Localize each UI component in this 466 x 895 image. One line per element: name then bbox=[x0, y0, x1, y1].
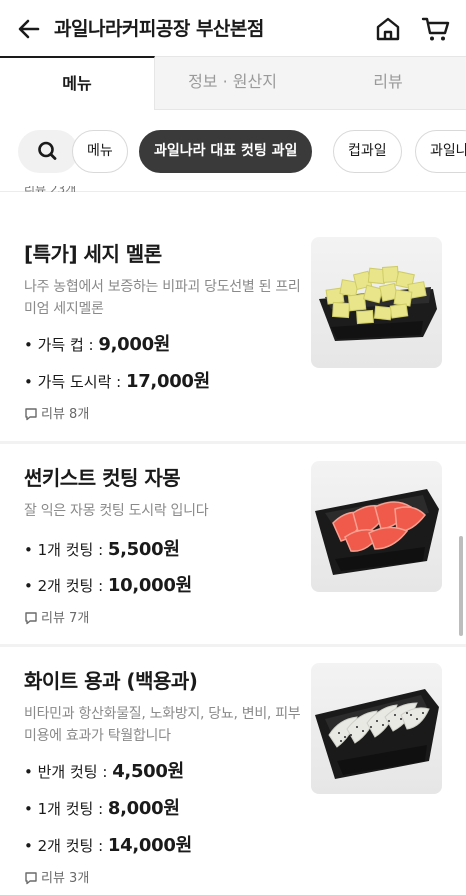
chip-fruit-more[interactable]: 과일나 bbox=[415, 130, 466, 173]
option-price: 5,500원 bbox=[107, 539, 180, 560]
chip-cup-fruit[interactable]: 컵과일 bbox=[333, 130, 402, 173]
item-option: • 가득 도시락 : 17,000원 bbox=[24, 371, 210, 392]
item-description: 잘 익은 자몽 컷팅 도시락 입니다 bbox=[24, 503, 209, 519]
home-button[interactable] bbox=[372, 13, 404, 45]
option-price: 4,500원 bbox=[112, 761, 184, 782]
grapefruit-photo bbox=[311, 461, 442, 592]
cart-button[interactable] bbox=[420, 13, 452, 45]
item-review-count: 리뷰 8개 bbox=[24, 403, 89, 422]
tab-review[interactable]: 리뷰 bbox=[310, 56, 466, 110]
menu-item[interactable]: 썬키스트 컷팅 자몽 잘 익은 자몽 컷팅 도시락 입니다 • 1개 컷팅 : … bbox=[0, 444, 466, 644]
tab-menu[interactable]: 메뉴 bbox=[0, 56, 155, 111]
item-name: 화이트 용과 (백용과) bbox=[24, 669, 198, 693]
option-price: 10,000원 bbox=[107, 575, 192, 596]
arrow-left-icon bbox=[18, 19, 40, 39]
item-option: • 2개 컷팅 : 10,000원 bbox=[24, 575, 192, 596]
category-chips: 메뉴 과일나라 대표 컷팅 과일 컵과일 과일나 bbox=[0, 110, 466, 192]
home-icon bbox=[376, 17, 400, 41]
item-description: 비타민과 항산화물질, 노화방지, 당뇨, 변비, 피부미용에 효과가 탁월합니… bbox=[24, 706, 301, 744]
back-button[interactable] bbox=[14, 14, 44, 44]
item-option: • 2개 컷팅 : 14,000원 bbox=[24, 835, 192, 856]
item-option: • 반개 컷팅 : 4,500원 bbox=[24, 761, 184, 782]
option-price: 14,000원 bbox=[107, 835, 192, 856]
option-price: 9,000원 bbox=[98, 334, 171, 355]
chip-menu[interactable]: 메뉴 bbox=[72, 130, 128, 173]
item-name: [특가] 세지 멜론 bbox=[24, 242, 162, 266]
store-tabs: 메뉴 정보 · 원산지 리뷰 bbox=[0, 56, 466, 111]
item-review-count: 리뷰 7개 bbox=[24, 607, 89, 626]
scrollbar-thumb[interactable] bbox=[459, 536, 463, 636]
item-option: • 가득 컵 : 9,000원 bbox=[24, 334, 171, 355]
chip-signature-cut-fruit[interactable]: 과일나라 대표 컷팅 과일 bbox=[139, 130, 313, 173]
app-header: 과일나라커피공장 부산본점 bbox=[0, 0, 466, 56]
item-description: 나주 농협에서 보증하는 비파괴 당도선별 된 프리미엄 세지멜론 bbox=[24, 279, 301, 317]
melon-photo bbox=[311, 237, 442, 368]
option-price: 8,000원 bbox=[107, 798, 180, 819]
search-icon bbox=[38, 141, 57, 160]
item-option: • 1개 컷팅 : 5,500원 bbox=[24, 539, 180, 560]
menu-search-button[interactable] bbox=[18, 130, 78, 173]
item-name: 썬키스트 컷팅 자몽 bbox=[24, 466, 181, 490]
tab-info-origin[interactable]: 정보 · 원산지 bbox=[155, 56, 310, 110]
comment-icon bbox=[25, 408, 37, 421]
store-title: 과일나라커피공장 부산본점 bbox=[54, 18, 264, 40]
option-price: 17,000원 bbox=[125, 371, 210, 392]
menu-item[interactable]: 화이트 용과 (백용과) 비타민과 항산화물질, 노화방지, 당뇨, 변비, 피… bbox=[0, 647, 466, 895]
comment-icon bbox=[25, 612, 37, 625]
cart-icon bbox=[421, 17, 450, 41]
comment-icon bbox=[25, 872, 37, 885]
item-review-count: 리뷰 3개 bbox=[24, 867, 89, 886]
item-option: • 1개 컷팅 : 8,000원 bbox=[24, 798, 180, 819]
menu-item[interactable]: [특가] 세지 멜론 나주 농협에서 보증하는 비파괴 당도선별 된 프리미엄 … bbox=[0, 196, 466, 441]
dragonfruit-photo bbox=[311, 663, 442, 794]
